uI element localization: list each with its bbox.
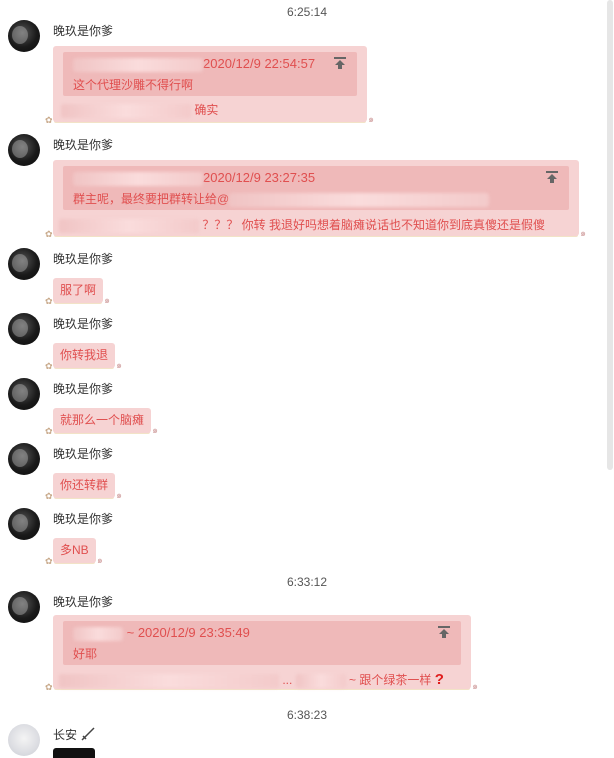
red-question-mark-icon: ?: [434, 671, 444, 688]
bubble-decoration-icon: ✿: [45, 556, 53, 566]
bubble-decoration-icon: ๑: [96, 555, 103, 565]
quote-time: 2020/12/9 22:54:57: [203, 56, 316, 71]
avatar[interactable]: [8, 134, 40, 166]
message-bubble[interactable]: 2020/12/9 23:27:35 群主呢，最终要把群转让给@ ？？？ 你转 …: [45, 160, 586, 239]
blurred-name: [73, 57, 203, 72]
reply-line: 确实: [61, 101, 218, 118]
bubble-decoration-icon: ✿: [45, 115, 53, 125]
image-message[interactable]: [53, 748, 95, 758]
bubble-decoration-icon: ✿: [45, 491, 53, 501]
sender-name[interactable]: 晚玖是你爹: [53, 380, 113, 397]
bubble-decoration-icon: ๑: [472, 681, 478, 691]
bubble-decoration-icon: ✿: [45, 682, 53, 692]
bubble-decoration-icon: ๑: [152, 425, 159, 435]
sender-name[interactable]: 长安: [53, 728, 77, 742]
message-bubble[interactable]: ~ 2020/12/9 23:35:49 好耶 ... ~ 跟个绿茶一样 ? ✿…: [45, 615, 478, 692]
blurred-name: [73, 171, 203, 186]
bubble-decoration-icon: ๑: [116, 490, 123, 500]
sender-name[interactable]: 晚玖是你爹: [53, 445, 113, 462]
reply-text: ？？？ 你转 我退好吗想着脑瘫说话也不知道你到底真傻还是假傻: [202, 218, 546, 232]
timestamp: 6:25:14: [286, 5, 328, 19]
message-text: 你还转群: [60, 478, 109, 492]
blurred-text: [59, 218, 199, 233]
bubble-decoration-icon: ๑: [580, 228, 586, 238]
jump-to-original-icon[interactable]: [333, 56, 347, 70]
message-bubble[interactable]: 就那么一个脑瘫 ✿ ๑: [45, 408, 158, 436]
quoted-message[interactable]: 2020/12/9 22:54:57 这个代理沙雕不得行啊: [63, 52, 357, 96]
avatar[interactable]: [8, 508, 40, 540]
avatar[interactable]: [8, 313, 40, 345]
sender-name[interactable]: 晚玖是你爹: [53, 22, 113, 39]
message-bubble[interactable]: 2020/12/9 22:54:57 这个代理沙雕不得行啊 确实 ✿ ๑: [45, 46, 374, 125]
sender-name[interactable]: 晚玖是你爹: [53, 250, 113, 267]
quoted-message[interactable]: ~ 2020/12/9 23:35:49 好耶: [63, 621, 461, 665]
bubble-decoration-icon: ๑: [104, 295, 111, 305]
jump-to-original-icon[interactable]: [437, 625, 451, 639]
avatar[interactable]: [8, 248, 40, 280]
timestamp: 6:33:12: [286, 575, 328, 589]
message-bubble[interactable]: 你转我退 ✿ ๑: [45, 343, 122, 371]
avatar[interactable]: [8, 20, 40, 52]
sender-name-line: 长安: [53, 726, 96, 743]
blurred-text: [229, 192, 490, 207]
message-text: 你转我退: [60, 348, 109, 362]
bubble-decoration-icon: ✿: [45, 229, 53, 239]
reply-line: ？？？ 你转 我退好吗想着脑瘫说话也不知道你到底真傻还是假傻: [59, 216, 545, 233]
quoted-message[interactable]: 2020/12/9 23:27:35 群主呢，最终要把群转让给@: [63, 166, 569, 210]
blurred-text: [61, 103, 191, 118]
bubble-decoration-icon: ✿: [45, 296, 53, 306]
timestamp: 6:38:23: [286, 708, 328, 722]
quote-text: 好耶: [73, 647, 98, 661]
message-bubble[interactable]: 服了啊 ✿ ๑: [45, 278, 110, 306]
avatar[interactable]: [8, 724, 40, 756]
bubble-decoration-icon: ๑: [116, 360, 123, 370]
sender-name[interactable]: 晚玖是你爹: [53, 315, 113, 332]
bubble-decoration-icon: ✿: [45, 361, 53, 371]
quote-time: 2020/12/9 23:27:35: [203, 170, 316, 185]
avatar[interactable]: [8, 378, 40, 410]
sender-name[interactable]: 晚玖是你爹: [53, 510, 113, 527]
quote-header: ~ 2020/12/9 23:35:49: [73, 625, 250, 641]
blurred-text: [295, 673, 346, 688]
reply-line: ... ~ 跟个绿茶一样 ?: [59, 671, 444, 688]
quote-header: 2020/12/9 22:54:57: [73, 56, 315, 72]
message-text: 就那么一个脑瘫: [60, 413, 145, 427]
sword-icon: [81, 727, 95, 741]
quote-text: 群主呢，最终要把群转让给@: [73, 192, 230, 206]
quote-text: 这个代理沙雕不得行啊: [73, 78, 194, 92]
bubble-decoration-icon: ๑: [368, 114, 374, 124]
reply-ellipsis: ...: [282, 673, 293, 687]
blurred-name: [73, 626, 123, 641]
quote-line: 群主呢，最终要把群转让给@: [73, 190, 490, 207]
avatar[interactable]: [8, 443, 40, 475]
quote-header: 2020/12/9 23:27:35: [73, 170, 315, 186]
quote-time: ~ 2020/12/9 23:35:49: [126, 625, 250, 640]
scrollbar[interactable]: [607, 0, 613, 470]
jump-to-original-icon[interactable]: [545, 170, 559, 184]
reply-text: 确实: [194, 103, 219, 117]
message-bubble[interactable]: 多NB ✿ ๑: [45, 538, 103, 566]
sender-name[interactable]: 晚玖是你爹: [53, 593, 113, 610]
message-bubble[interactable]: 你还转群 ✿ ๑: [45, 473, 122, 501]
message-text: 多NB: [60, 543, 89, 557]
bubble-decoration-icon: ✿: [45, 426, 53, 436]
sender-name[interactable]: 晚玖是你爹: [53, 136, 113, 153]
blurred-text: [59, 673, 279, 688]
message-text: 服了啊: [60, 283, 97, 297]
reply-text: ~ 跟个绿茶一样: [349, 673, 432, 687]
avatar[interactable]: [8, 591, 40, 623]
